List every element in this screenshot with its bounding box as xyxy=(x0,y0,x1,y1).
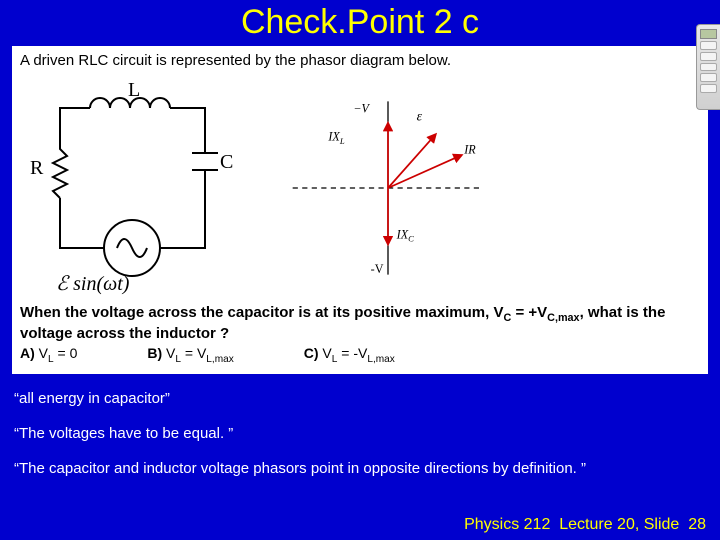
phasor-eps: ε xyxy=(417,108,423,123)
label-R: R xyxy=(30,157,44,179)
phasor-IXC: IX xyxy=(396,227,409,241)
label-L: L xyxy=(128,79,140,101)
label-C: C xyxy=(220,151,233,173)
student-quotes: “all energy in capacitor” “The voltages … xyxy=(14,390,706,477)
svg-text:IXC: IXC xyxy=(396,227,414,243)
svg-text:ε: ε xyxy=(417,108,423,123)
quote-2: “The voltages have to be equal. ” xyxy=(14,425,706,442)
slide-footer: Physics 212 Lecture 20, Slide 28 xyxy=(464,516,706,534)
option-c[interactable]: C) VL = -VL,max xyxy=(304,345,395,366)
phasor-IXL: IX xyxy=(327,129,340,143)
answer-row: A) VL = 0 B) VL = VL,max C) VL = -VL,max xyxy=(20,345,700,366)
phasor-vneg-top: −V xyxy=(353,102,370,116)
svg-text:−V: −V xyxy=(353,102,370,116)
quote-1: “all energy in capacitor” xyxy=(14,390,706,407)
phasor-IR: IR xyxy=(463,142,476,156)
diagram-row: L R C ℰ sin(ωt) −V ε xyxy=(20,78,700,298)
clicker-remote xyxy=(696,24,720,110)
phasor-diagram: −V ε IXL IR IXC -V xyxy=(258,78,518,298)
quote-3: “The capacitor and inductor voltage phas… xyxy=(14,460,706,477)
question-intro: A driven RLC circuit is represented by t… xyxy=(20,52,700,70)
label-emf: ℰ sin(ωt) xyxy=(56,273,130,295)
question-prompt: When the voltage across the capacitor is… xyxy=(20,304,700,343)
question-panel: A driven RLC circuit is represented by t… xyxy=(12,46,708,374)
svg-text:IR: IR xyxy=(463,142,476,156)
option-a[interactable]: A) VL = 0 xyxy=(20,345,77,366)
rlc-circuit-diagram: L R C ℰ sin(ωt) xyxy=(20,78,240,298)
phasor-vneg-bot: -V xyxy=(371,262,384,276)
option-b[interactable]: B) VL = VL,max xyxy=(147,345,233,366)
svg-text:IXL: IXL xyxy=(327,129,344,145)
slide-title: Check.Point 2 c xyxy=(0,0,720,42)
svg-text:-V: -V xyxy=(371,262,384,276)
